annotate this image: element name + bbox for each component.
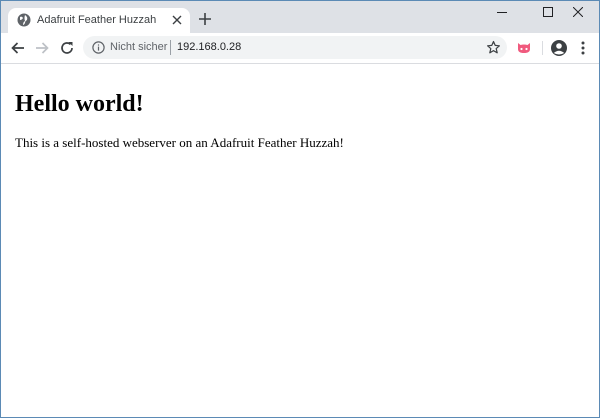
tab-title: Adafruit Feather Huzzah — [37, 14, 157, 26]
url-input[interactable] — [177, 40, 467, 55]
toolbar-divider — [542, 41, 543, 55]
browser-window: Adafruit Feather Huzzah Nicht sicher 192… — [0, 0, 600, 418]
minimize-icon — [497, 12, 507, 13]
window-close-icon — [573, 7, 583, 17]
info-icon[interactable] — [92, 41, 105, 54]
page-heading: Hello world! — [15, 91, 144, 117]
kebab-menu-icon[interactable] — [577, 40, 589, 56]
page-content: Hello world! This is a self-hosted webse… — [1, 64, 599, 417]
close-tab-icon[interactable] — [171, 14, 183, 26]
tab-strip: Adafruit Feather Huzzah — [1, 1, 599, 33]
octocat-icon[interactable] — [516, 40, 532, 56]
new-tab-icon[interactable] — [198, 12, 212, 26]
address-bar[interactable]: Nicht sicher — [83, 36, 507, 59]
arrow-left-icon[interactable] — [10, 40, 26, 56]
tab-active[interactable]: Adafruit Feather Huzzah — [8, 8, 190, 33]
globe-icon — [17, 13, 31, 27]
reload-icon[interactable] — [59, 40, 75, 56]
minimize-button[interactable] — [479, 1, 525, 25]
maximize-icon — [543, 7, 553, 17]
page-paragraph: This is a self-hosted webserver on an Ad… — [15, 135, 344, 150]
star-icon[interactable] — [486, 40, 501, 55]
arrow-right-icon[interactable] — [34, 40, 50, 56]
window-close-button[interactable] — [555, 1, 599, 25]
account-icon[interactable] — [550, 39, 568, 57]
omnibox-divider — [170, 40, 171, 55]
browser-toolbar: Nicht sicher — [1, 33, 599, 64]
security-status[interactable]: Nicht sicher — [110, 41, 167, 54]
